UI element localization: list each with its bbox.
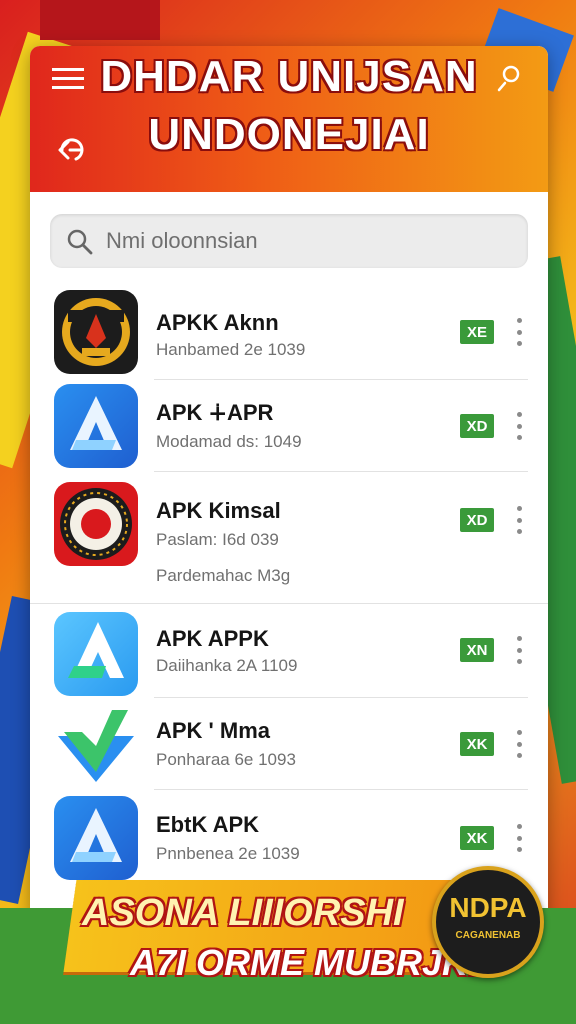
app-name: APKK Aknn	[156, 310, 279, 335]
light-blue-a-logo-icon	[68, 622, 124, 678]
more-options-icon[interactable]	[514, 506, 524, 534]
seal-subtitle: CAGANENAB	[455, 930, 521, 941]
more-options-icon[interactable]	[514, 412, 524, 440]
app-icon	[54, 482, 138, 566]
app-name: APK ' Mma	[156, 718, 271, 743]
app-name: APK APPK	[156, 626, 269, 651]
app-icon	[54, 290, 138, 374]
emblem-icon	[62, 298, 130, 366]
search-input[interactable]: Nmi oloonnsian	[50, 214, 528, 268]
banner-subheadline: A7I ORME MUBRJK!	[130, 942, 481, 983]
more-options-icon[interactable]	[514, 636, 524, 664]
blue-a-logo-icon	[70, 396, 122, 450]
promo-banner[interactable]: ASONA LIIIORSHI A7I ORME MUBRJK! NDPA CA…	[0, 866, 576, 1024]
app-icon	[54, 702, 138, 786]
header-bar: DHDAR UNIJSAN UNDONEJIAI	[30, 46, 548, 192]
page-title-line2: UNDONEJIAI	[148, 110, 430, 159]
app-icon	[54, 384, 138, 468]
seal-badge-icon: NDPA CAGANENAB	[432, 866, 544, 978]
app-name: EbtK APK	[156, 812, 260, 837]
app-meta: Hanbamed 2e 1039	[156, 340, 306, 359]
green-v-logo-icon	[58, 710, 134, 782]
app-icon	[54, 796, 138, 880]
status-badge: XD	[460, 414, 494, 438]
more-options-icon[interactable]	[514, 730, 524, 758]
app-meta: Pnnbenea 2e 1039	[156, 844, 300, 863]
list-item[interactable]: APKK Aknn Hanbamed 2e 1039 XE	[30, 286, 548, 380]
status-badge: XD	[460, 508, 494, 532]
seal-title: NDPA	[449, 892, 527, 923]
red-ring-emblem-icon	[60, 488, 132, 560]
background-shape-red	[40, 0, 160, 40]
back-icon	[58, 138, 84, 161]
back-button[interactable]	[48, 130, 92, 170]
app-name: APK Kimsal	[156, 498, 281, 523]
menu-icon	[52, 68, 84, 89]
app-meta-secondary: Pardemahac M3g	[156, 566, 291, 585]
more-options-icon[interactable]	[514, 824, 524, 852]
more-options-icon[interactable]	[514, 318, 524, 346]
app-meta: Paslam: I6d 039	[156, 530, 279, 549]
app-meta: Daiihanka 2A 1109	[156, 656, 298, 675]
status-badge: XN	[460, 638, 494, 662]
app-meta: Ponharaa 6e 1093	[156, 750, 296, 769]
status-badge: XK	[460, 826, 494, 850]
app-list-panel: DHDAR UNIJSAN UNDONEJIAI Nmi oloonnsian …	[30, 46, 548, 946]
search-placeholder: Nmi oloonnsian	[106, 228, 258, 253]
list-item[interactable]: APK ' Mma Ponharaa 6e 1093 XK	[30, 698, 548, 790]
list-item[interactable]: APK APPK Daiihanka 2A 1109 XN	[30, 604, 548, 698]
list-item[interactable]: APK Kimsal Paslam: I6d 039 Pardemahac M3…	[30, 472, 548, 604]
status-badge: XK	[460, 732, 494, 756]
user-button[interactable]	[490, 58, 530, 98]
search-icon	[67, 229, 93, 255]
status-badge: XE	[460, 320, 494, 344]
app-name: APK ∔APR	[156, 400, 274, 425]
app-meta: Modamad ds: 1049	[156, 432, 302, 451]
list-item[interactable]: APK ∔APR Modamad ds: 1049 XD	[30, 380, 548, 472]
app-icon	[54, 612, 138, 696]
banner-headline: ASONA LIIIORSHI	[82, 892, 404, 934]
blue-a-logo-icon	[70, 808, 122, 862]
page-title: DHDAR UNIJSAN	[100, 52, 478, 101]
menu-button[interactable]	[48, 60, 88, 96]
user-icon	[497, 65, 520, 92]
